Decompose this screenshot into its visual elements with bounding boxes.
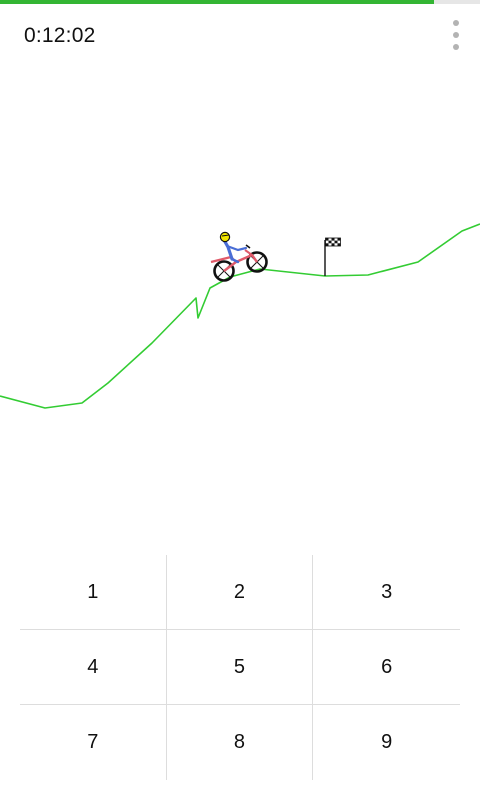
keypad-key-4[interactable]: 4 bbox=[20, 630, 167, 705]
finish-flag-icon bbox=[324, 237, 341, 276]
game-canvas bbox=[0, 223, 480, 409]
keypad-key-7[interactable]: 7 bbox=[20, 705, 167, 780]
keypad-key-5[interactable]: 5 bbox=[166, 630, 314, 705]
terrain-track bbox=[0, 223, 480, 409]
game-screen: 0:12:02 1 2 3 4 5 6 7 8 9 bbox=[0, 0, 480, 800]
keypad-key-6[interactable]: 6 bbox=[313, 630, 460, 705]
number-keypad: 123 456 789 bbox=[20, 555, 460, 780]
keypad-key-8[interactable]: 8 bbox=[167, 705, 314, 780]
keypad-key-1[interactable]: 1 bbox=[20, 555, 167, 630]
keypad-key-9[interactable]: 9 bbox=[313, 705, 460, 780]
motorbike-rider-icon bbox=[210, 231, 268, 282]
keypad-key-3[interactable]: 3 bbox=[313, 555, 460, 630]
keypad-key-2[interactable]: 2 bbox=[166, 555, 314, 630]
